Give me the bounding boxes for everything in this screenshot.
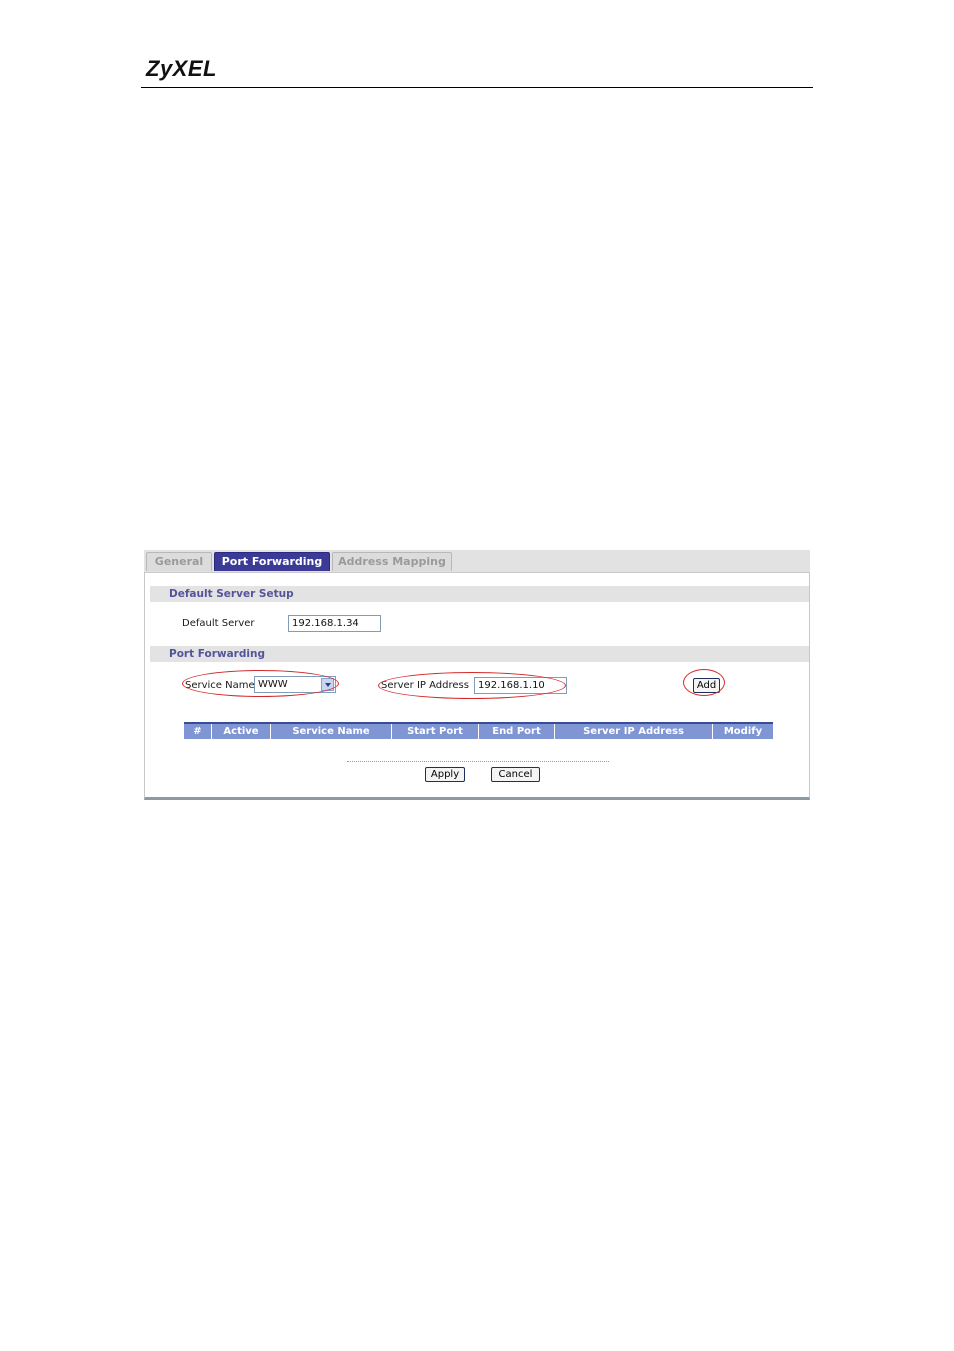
divider	[347, 761, 609, 762]
column-header-start-port: Start Port	[392, 724, 479, 739]
column-header-end-port: End Port	[479, 724, 555, 739]
server-ip-label: Server IP Address	[381, 680, 469, 691]
nat-config-screenshot: General Port Forwarding Address Mapping …	[144, 550, 810, 800]
column-header-index: #	[184, 724, 212, 739]
header-rule	[141, 87, 813, 88]
service-name-label: Service Name	[185, 680, 255, 691]
default-server-label: Default Server	[182, 618, 255, 629]
column-header-service-name: Service Name	[271, 724, 392, 739]
tab-general[interactable]: General	[146, 552, 212, 571]
port-forwarding-table-header: # Active Service Name Start Port End Por…	[184, 722, 773, 739]
column-header-modify: Modify	[723, 726, 763, 737]
port-forwarding-header: Port Forwarding	[150, 646, 809, 662]
default-server-setup-header: Default Server Setup	[150, 586, 809, 602]
zyxel-logo: ZyXEL	[146, 56, 217, 81]
apply-button[interactable]: Apply	[425, 767, 465, 782]
tab-port-forwarding[interactable]: Port Forwarding	[214, 552, 330, 571]
service-name-select[interactable]: WWW	[254, 676, 336, 693]
chevron-down-icon[interactable]	[321, 678, 334, 691]
tab-bar: General Port Forwarding Address Mapping	[144, 550, 810, 573]
column-header-server-ip: Server IP Address	[555, 724, 713, 739]
server-ip-input[interactable]: 192.168.1.10	[474, 677, 567, 694]
tab-content-panel: Default Server Setup Default Server 192.…	[144, 572, 810, 800]
service-name-value: WWW	[258, 679, 288, 690]
add-button[interactable]: Add	[693, 678, 720, 693]
column-header-active: Active	[212, 724, 271, 739]
cancel-button[interactable]: Cancel	[491, 767, 540, 782]
tab-address-mapping[interactable]: Address Mapping	[332, 552, 452, 571]
default-server-input[interactable]: 192.168.1.34	[288, 615, 381, 632]
